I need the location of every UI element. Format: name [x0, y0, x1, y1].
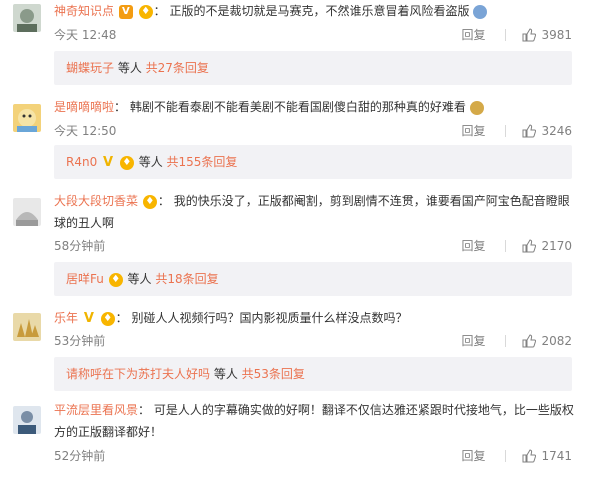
sub-reply-mid: 等人: [134, 155, 167, 169]
avatar[interactable]: [13, 104, 41, 132]
like-button[interactable]: 1741: [522, 449, 572, 463]
thumbs-up-icon: [522, 333, 537, 347]
sub-replies[interactable]: 居咩Fu ♦ 等人 共18条回复: [54, 262, 572, 296]
colon: ：: [114, 100, 127, 114]
sub-reply-user[interactable]: 居咩Fu: [66, 272, 104, 286]
divider: [505, 28, 507, 41]
emoji-icon: [469, 100, 484, 115]
reply-button[interactable]: 回复: [461, 26, 485, 43]
avatar[interactable]: [13, 406, 41, 434]
sub-reply-count[interactable]: 共53条回复: [242, 367, 305, 381]
verified-badge-icon: V: [118, 4, 133, 19]
divider: [505, 449, 507, 462]
comment-username[interactable]: 乐年: [54, 311, 78, 325]
thumbs-up-icon: [522, 27, 537, 41]
avatar[interactable]: [13, 4, 41, 32]
comment-username[interactable]: 神奇知识点: [54, 4, 114, 18]
sub-reply-mid: 等人: [114, 61, 146, 75]
comment-time: 53分钟前: [54, 334, 106, 348]
comment-username[interactable]: 是嘀嘀嘀啦: [54, 100, 114, 114]
comment-time: 今天 12:50: [54, 124, 117, 138]
divider: [505, 239, 507, 252]
reply-button[interactable]: 回复: [461, 447, 485, 464]
like-button[interactable]: 2082: [522, 334, 572, 348]
rank-badge-icon: ♦: [119, 155, 134, 170]
sub-reply-user[interactable]: R4n0: [66, 155, 97, 169]
rank-badge-icon: ♦: [108, 272, 123, 287]
comment-username[interactable]: 平流层里看风景: [54, 403, 138, 417]
sub-reply-mid: 等人: [210, 367, 242, 381]
reply-button[interactable]: 回复: [461, 237, 485, 254]
comment-text: 正版的不是裁切就是马赛克，不然谁乐意冒着风险看盗版: [169, 4, 470, 18]
colon: ：: [153, 4, 166, 18]
comment-actions: 回复 1741: [461, 447, 572, 464]
sub-reply-count[interactable]: 共18条回复: [155, 272, 218, 286]
comment-actions: 回复 3981: [461, 26, 572, 43]
avatar[interactable]: [13, 198, 41, 226]
like-count: 1741: [541, 448, 572, 463]
like-button[interactable]: 3246: [522, 124, 572, 138]
sub-reply-count[interactable]: 共155条回复: [167, 155, 238, 169]
rank-badge-icon: ♦: [142, 194, 157, 209]
verified-v-icon: V: [103, 154, 114, 170]
comment-time: 58分钟前: [54, 239, 106, 253]
comment-text: 韩剧不能看泰剧不能看美剧不能看国剧傻白甜的那种真的好难看: [129, 100, 466, 114]
comment-username[interactable]: 大段大段切香菜: [54, 194, 138, 208]
like-count: 3246: [541, 123, 572, 138]
like-button[interactable]: 3981: [522, 28, 572, 42]
rank-badge-icon: ♦: [138, 4, 153, 19]
colon: ：: [115, 311, 128, 325]
reply-button[interactable]: 回复: [461, 122, 485, 139]
comment-actions: 回复 2082: [461, 332, 572, 349]
like-button[interactable]: 2170: [522, 239, 572, 253]
thumbs-up-icon: [522, 238, 537, 252]
comment-text: 别碰人人视频行吗？国内影视质量什么样没点数吗？: [131, 311, 408, 325]
colon: ：: [157, 194, 170, 208]
colon: ：: [138, 403, 151, 417]
sub-replies[interactable]: R4n0 V ♦ 等人 共155条回复: [54, 145, 572, 179]
like-count: 3981: [541, 27, 572, 42]
rank-badge-icon: ♦: [100, 311, 115, 326]
like-count: 2170: [541, 238, 572, 253]
comment-actions: 回复 2170: [461, 237, 572, 254]
reply-button[interactable]: 回复: [461, 332, 485, 349]
comment-time: 今天 12:48: [54, 28, 117, 42]
comment-actions: 回复 3246: [461, 122, 572, 139]
thumbs-up-icon: [522, 448, 537, 462]
emoji-icon: [473, 4, 488, 19]
sub-replies[interactable]: 请称呼在下为苏打夫人好吗 等人 共53条回复: [54, 357, 572, 391]
comment-time: 52分钟前: [54, 449, 106, 463]
sub-reply-user[interactable]: 蝴蝶玩子: [66, 61, 114, 75]
sub-reply-count[interactable]: 共27条回复: [146, 61, 209, 75]
thumbs-up-icon: [522, 123, 537, 137]
like-count: 2082: [541, 333, 572, 348]
avatar[interactable]: [13, 313, 41, 341]
divider: [505, 124, 507, 137]
sub-reply-mid: 等人: [123, 272, 156, 286]
divider: [505, 334, 507, 347]
sub-replies[interactable]: 蝴蝶玩子 等人 共27条回复: [54, 51, 572, 85]
sub-reply-user[interactable]: 请称呼在下为苏打夫人好吗: [66, 367, 210, 381]
verified-v-icon: V: [83, 310, 94, 326]
